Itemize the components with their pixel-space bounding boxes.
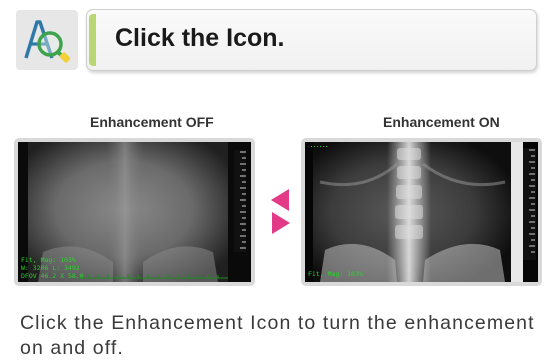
xray-panel-on: Fit, Mag: 103%: [301, 138, 542, 286]
enhancement-on-label: Enhancement ON: [383, 114, 500, 130]
instruction-title: Click the Icon.: [115, 24, 285, 52]
instruction-caption: Click the Enhancement Icon to turn the e…: [20, 312, 535, 359]
banner-accent: [89, 14, 96, 66]
enhancement-icon[interactable]: [16, 10, 78, 70]
arrow-left-icon: [271, 189, 289, 211]
instruction-banner: Click the Icon.: [86, 9, 537, 71]
overlay-mag-on: Fit, Mag: 103%: [308, 270, 363, 278]
xray-image-on: Fit, Mag: 103%: [305, 142, 538, 282]
xray-panel-off: Fit, Mag: 103% W: 3206 L: 3492 DFOV 46.2…: [14, 138, 255, 286]
overlay-window-off: W: 3206 L: 3492: [21, 264, 80, 272]
xray-image-off: Fit, Mag: 103% W: 3206 L: 3492 DFOV 46.2…: [18, 142, 251, 282]
enhancement-off-label: Enhancement OFF: [90, 114, 214, 130]
enhancement-glyph-icon: [24, 20, 71, 63]
arrow-right-icon: [272, 212, 290, 234]
overlay-mag-off: Fit, Mag: 103%: [21, 256, 76, 264]
overlay-dfov-off: DFOV 46.2 X 58.0: [21, 272, 84, 280]
